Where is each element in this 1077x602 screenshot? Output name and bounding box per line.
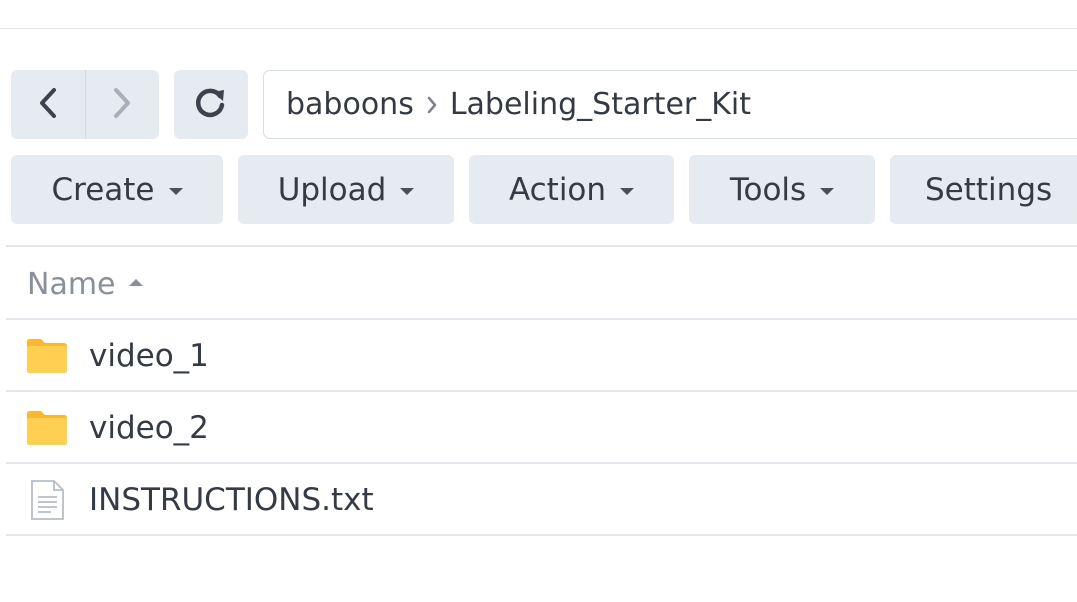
- chevron-right-icon: [426, 96, 438, 114]
- file-name: video_2: [89, 409, 209, 446]
- breadcrumb-item[interactable]: baboons: [286, 87, 414, 122]
- folder-icon: [25, 336, 69, 376]
- caret-down-icon: [620, 187, 635, 195]
- caret-down-icon: [400, 187, 415, 195]
- chevron-right-icon: [110, 86, 134, 124]
- caret-down-icon: [168, 187, 183, 195]
- folder-icon: [25, 408, 69, 448]
- create-button[interactable]: Create: [11, 155, 223, 224]
- top-divider: [0, 28, 1077, 29]
- caret-down-icon: [820, 187, 835, 195]
- column-header-label: Name: [27, 266, 116, 302]
- breadcrumb-item-current[interactable]: Labeling_Starter_Kit: [450, 87, 751, 122]
- list-item[interactable]: INSTRUCTIONS.txt: [6, 464, 1077, 535]
- action-button[interactable]: Action: [469, 155, 674, 224]
- toolbar-divider: [6, 245, 1077, 247]
- upload-button-label: Upload: [277, 171, 387, 208]
- create-button-label: Create: [51, 171, 155, 208]
- list-item[interactable]: video_1: [6, 320, 1077, 391]
- sort-ascending-icon: [128, 278, 143, 286]
- refresh-icon: [194, 86, 228, 124]
- forward-button[interactable]: [86, 70, 160, 139]
- text-file-icon: [25, 479, 69, 520]
- nav-button-group: [11, 70, 159, 139]
- back-button[interactable]: [11, 70, 85, 139]
- row-divider: [6, 534, 1077, 536]
- chevron-left-icon: [36, 86, 60, 124]
- settings-button-label: Settings: [925, 171, 1053, 208]
- refresh-button[interactable]: [174, 70, 248, 139]
- list-item[interactable]: video_2: [6, 392, 1077, 463]
- tools-button[interactable]: Tools: [689, 155, 875, 224]
- breadcrumb[interactable]: baboons Labeling_Starter_Kit: [263, 70, 1077, 139]
- upload-button[interactable]: Upload: [238, 155, 454, 224]
- file-name: INSTRUCTIONS.txt: [89, 481, 374, 518]
- tools-button-label: Tools: [729, 171, 807, 208]
- action-button-label: Action: [508, 171, 607, 208]
- file-name: video_1: [89, 337, 209, 374]
- column-header-name[interactable]: Name: [27, 262, 143, 306]
- settings-button[interactable]: Settings: [890, 155, 1077, 224]
